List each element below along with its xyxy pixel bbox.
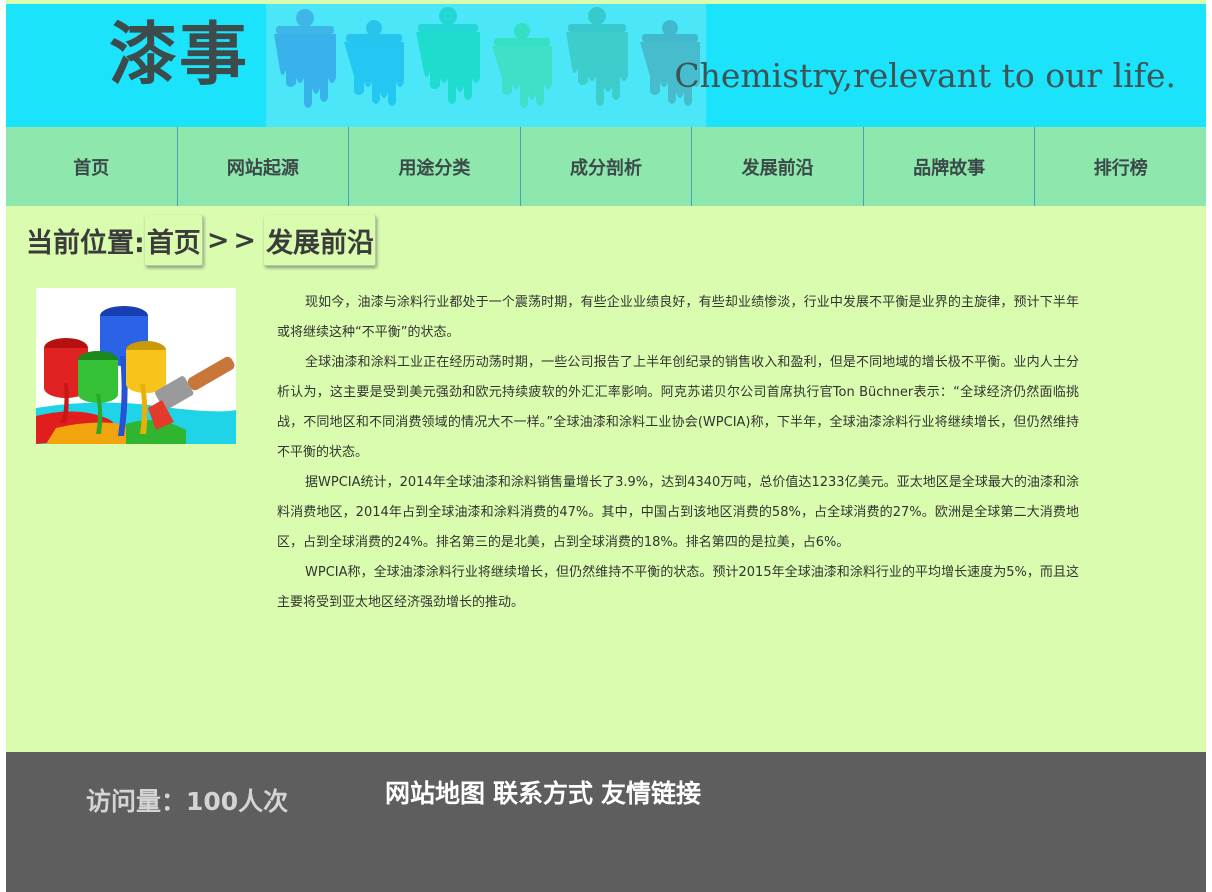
nav-item-home[interactable]: 首页 (6, 127, 178, 206)
page: 漆事 Chemistry,relevant to our life. 首页 网站… (6, 0, 1206, 892)
nav-item-origin[interactable]: 网站起源 (178, 127, 350, 206)
footer-link-sitemap[interactable]: 网站地图 (385, 774, 485, 810)
nav-item-brand-story[interactable]: 品牌故事 (864, 127, 1036, 206)
visit-counter: 访问量：100人次 (86, 787, 289, 816)
site-header: 漆事 Chemistry,relevant to our life. (6, 4, 1206, 127)
breadcrumb-current[interactable]: 发展前沿 (264, 214, 377, 266)
site-footer: 访问量：100人次 网站地图 联系方式 友情链接 (6, 752, 1206, 892)
footer-links: 网站地图 联系方式 友情链接 (385, 774, 701, 810)
article-image (36, 288, 236, 444)
nav-item-usage[interactable]: 用途分类 (349, 127, 521, 206)
article-paragraph: 现如今，油漆与涂料行业都处于一个震荡时期，有些企业业绩良好，有些却业绩惨淡，行业… (277, 295, 1079, 340)
breadcrumb: 当前位置: 首页 >> 发展前沿 (26, 212, 377, 268)
paint-cans-icon (274, 7, 700, 108)
article-paragraph: 全球油漆和涂料工业正在经历动荡时期，一些公司报告了上半年创纪录的销售收入和盈利，… (277, 355, 1079, 460)
nav-item-frontier[interactable]: 发展前沿 (692, 127, 864, 206)
paint-buckets-illustration-icon (36, 288, 236, 444)
nav-item-composition[interactable]: 成分剖析 (521, 127, 693, 206)
article-paragraph: WPCIA称，全球油漆涂料行业将继续增长，但仍然维持不平衡的状态。预计2015年… (277, 565, 1079, 610)
article-body: 现如今，油漆与涂料行业都处于一个震荡时期，有些企业业绩良好，有些却业绩惨淡，行业… (277, 288, 1079, 618)
paint-cans-banner (266, 4, 706, 127)
footer-link-friends[interactable]: 友情链接 (601, 774, 701, 810)
site-logo[interactable]: 漆事 (109, 14, 249, 98)
article-paragraph: 据WPCIA统计，2014年全球油漆和涂料销售量增长了3.9%，达到4340万吨… (277, 475, 1079, 550)
site-slogan: Chemistry,relevant to our life. (674, 56, 1176, 95)
breadcrumb-separator: >> (206, 224, 261, 256)
main-nav: 首页 网站起源 用途分类 成分剖析 发展前沿 品牌故事 排行榜 (6, 127, 1206, 206)
footer-link-contact[interactable]: 联系方式 (493, 774, 593, 810)
breadcrumb-home-link[interactable]: 首页 (144, 214, 203, 266)
nav-item-ranking[interactable]: 排行榜 (1035, 127, 1206, 206)
breadcrumb-prefix: 当前位置: (26, 227, 145, 259)
